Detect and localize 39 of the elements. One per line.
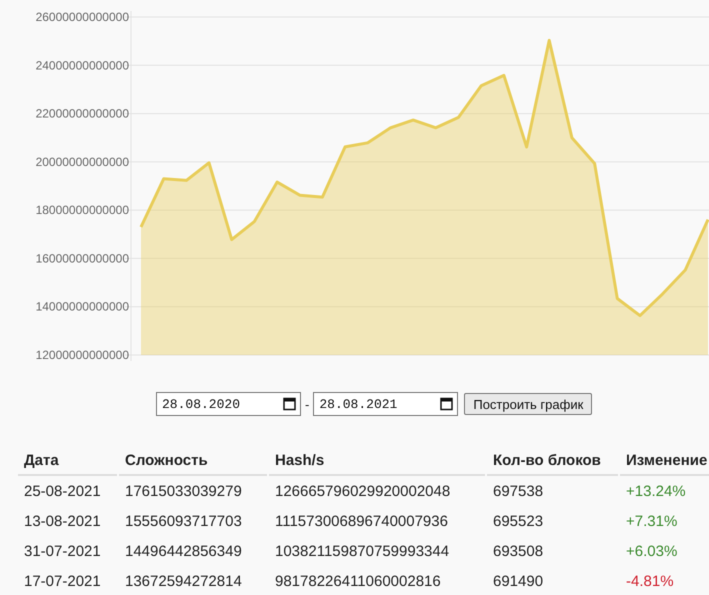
- build-chart-button[interactable]: Построить график: [464, 393, 592, 415]
- change-cell-text: +6.03%: [625, 542, 678, 562]
- change-cell-text: -4.81%: [625, 572, 675, 592]
- table-cell-text: 98178226411060002816: [274, 572, 442, 592]
- y-axis-label: 22000000000000: [36, 106, 129, 121]
- calendar-icon[interactable]: [440, 397, 454, 411]
- table-cell-text: 693508: [492, 542, 544, 562]
- table-cell-text: 111573006896740007936: [274, 512, 449, 532]
- y-axis-label: 26000000000000: [36, 10, 129, 24]
- table-cell-text: 695523: [492, 512, 544, 532]
- calendar-icon[interactable]: [283, 397, 296, 411]
- column-header: Дата: [18, 446, 117, 476]
- column-header: Сложность: [119, 446, 267, 476]
- table-cell-text: 14496442856349: [124, 542, 243, 562]
- table-cell-text: 13672594272814: [124, 572, 243, 592]
- y-axis-label: 12000000000000: [36, 348, 129, 362]
- change-cell-text: +7.31%: [625, 512, 678, 532]
- table-cell-text: 697538: [492, 482, 544, 502]
- y-axis-label: 16000000000000: [36, 251, 129, 266]
- y-axis-label: 20000000000000: [36, 154, 129, 169]
- table-cell-text: 15556093717703: [124, 512, 243, 532]
- column-header: Изменение: [620, 446, 709, 476]
- table-cell-text: 17-07-2021: [23, 572, 102, 592]
- y-axis-label: 18000000000000: [36, 203, 129, 218]
- table-cell-text: 25-08-2021: [23, 482, 102, 502]
- table-cell-text: 126665796029920002048: [274, 482, 452, 502]
- date-input[interactable]: 28.08.2021: [313, 392, 458, 416]
- column-header: Hash/s: [269, 446, 485, 476]
- column-header: Кол-во блоков: [487, 446, 618, 476]
- range-separator: -: [305, 396, 310, 412]
- table-cell-text: 103821159870759993344: [274, 542, 450, 562]
- table-cell-text: 31-07-2021: [23, 542, 102, 562]
- table-cell-text: 13-08-2021: [23, 512, 102, 532]
- y-axis-label: 24000000000000: [36, 58, 129, 72]
- table-cell-text: 691490: [492, 572, 544, 592]
- y-axis-label: 14000000000000: [36, 300, 129, 314]
- date-input[interactable]: 28.08.2020: [156, 392, 301, 416]
- change-cell-text: +13.24%: [625, 482, 687, 502]
- table-cell-text: 17615033039279: [124, 482, 243, 502]
